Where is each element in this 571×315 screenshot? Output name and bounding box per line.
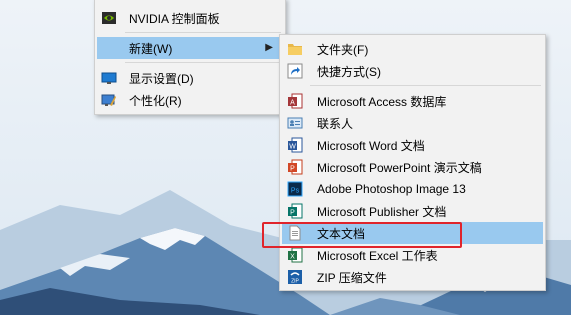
submenu-item-text-document[interactable]: 文本文档 — [282, 222, 543, 244]
submenu-item-word-document[interactable]: W Microsoft Word 文档 — [282, 134, 543, 156]
personalize-icon — [101, 92, 117, 108]
menu-item-label: 新建(W) — [129, 41, 173, 56]
desktop-context-menu: NVIDIA 控制面板 新建(W) ▶ 显示设置(D) 个性化(R) — [94, 0, 286, 115]
contact-icon — [287, 115, 303, 131]
publisher-icon: P — [287, 203, 303, 219]
svg-text:ZIP: ZIP — [291, 279, 299, 285]
submenu-item-shortcut[interactable]: 快捷方式(S) — [282, 60, 543, 82]
submenu-item-label: Adobe Photoshop Image 13 — [317, 182, 466, 196]
submenu-item-label: 快捷方式(S) — [317, 64, 381, 79]
submenu-item-access-database[interactable]: A Microsoft Access 数据库 — [282, 90, 543, 112]
svg-text:Ps: Ps — [291, 188, 300, 195]
menu-separator — [125, 32, 281, 33]
zip-icon: ZIP — [287, 269, 303, 285]
shortcut-icon — [287, 63, 303, 79]
submenu-item-label: Microsoft Publisher 文档 — [317, 204, 447, 219]
menu-item-label: 显示设置(D) — [129, 71, 194, 86]
submenu-item-publisher-document[interactable]: P Microsoft Publisher 文档 — [282, 200, 543, 222]
menu-item-label: NVIDIA 控制面板 — [129, 11, 220, 26]
text-document-icon — [287, 225, 303, 241]
excel-icon: X — [287, 247, 303, 263]
photoshop-icon: Ps — [287, 181, 303, 197]
menu-item-nvidia-control-panel[interactable]: NVIDIA 控制面板 — [97, 7, 283, 29]
submenu-item-label: 文本文档 — [317, 226, 366, 241]
submenu-item-label: Microsoft PowerPoint 演示文稿 — [317, 160, 482, 175]
submenu-item-contact[interactable]: 联系人 — [282, 112, 543, 134]
menu-item-personalize[interactable]: 个性化(R) — [97, 89, 283, 111]
submenu-item-label: Microsoft Excel 工作表 — [317, 248, 438, 263]
menu-item-display-settings[interactable]: 显示设置(D) — [97, 67, 283, 89]
submenu-arrow-icon: ▶ — [265, 42, 273, 53]
svg-text:A: A — [290, 100, 295, 107]
word-icon: W — [287, 137, 303, 153]
submenu-item-label: 联系人 — [317, 116, 354, 131]
menu-separator — [310, 85, 541, 86]
submenu-item-powerpoint[interactable]: P Microsoft PowerPoint 演示文稿 — [282, 156, 543, 178]
new-submenu: 文件夹(F) 快捷方式(S) A Microsoft Access 数据库 联系… — [279, 34, 546, 291]
submenu-item-folder[interactable]: 文件夹(F) — [282, 38, 543, 60]
submenu-item-label: Microsoft Access 数据库 — [317, 94, 447, 109]
submenu-item-label: 文件夹(F) — [317, 42, 369, 57]
svg-text:P: P — [290, 210, 295, 217]
display-settings-icon — [101, 70, 117, 86]
menu-separator — [125, 62, 281, 63]
svg-text:W: W — [289, 144, 296, 151]
submenu-item-label: ZIP 压缩文件 — [317, 270, 387, 285]
nvidia-icon — [101, 10, 117, 26]
menu-item-new[interactable]: 新建(W) ▶ — [97, 37, 283, 59]
submenu-item-label: Microsoft Word 文档 — [317, 138, 425, 153]
svg-text:P: P — [290, 166, 295, 173]
submenu-item-excel-worksheet[interactable]: X Microsoft Excel 工作表 — [282, 244, 543, 266]
submenu-item-photoshop-image[interactable]: Ps Adobe Photoshop Image 13 — [282, 178, 543, 200]
access-icon: A — [287, 93, 303, 109]
submenu-item-zip-archive[interactable]: ZIP ZIP 压缩文件 — [282, 266, 543, 288]
svg-text:X: X — [290, 254, 295, 261]
folder-icon — [287, 41, 303, 57]
menu-item-label: 个性化(R) — [129, 93, 182, 108]
powerpoint-icon: P — [287, 159, 303, 175]
